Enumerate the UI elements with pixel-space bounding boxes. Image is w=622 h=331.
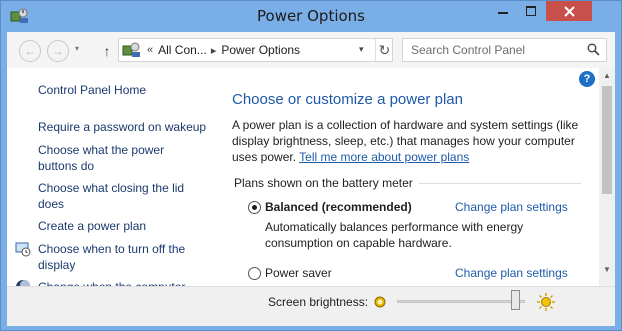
back-arrow-icon: ← (24, 44, 36, 58)
plan-radio-balanced[interactable] (248, 201, 261, 214)
vertical-scrollbar[interactable]: ▲ ▼ (599, 68, 615, 286)
recent-locations-dropdown[interactable]: ▾ (75, 44, 85, 56)
page-description: A power plan is a collection of hardware… (232, 117, 582, 165)
scroll-down-arrow-icon[interactable]: ▼ (599, 262, 615, 278)
plan-name-balanced[interactable]: Balanced (recommended) (265, 200, 412, 214)
sidebar-item-power-buttons[interactable]: Choose what the power buttons do (38, 142, 188, 174)
close-button[interactable] (546, 1, 592, 21)
back-button[interactable]: ← (19, 40, 41, 62)
sidebar-item-control-panel-home[interactable]: Control Panel Home (38, 82, 146, 98)
brightness-bar: Screen brightness: (7, 286, 615, 326)
search-input[interactable] (403, 39, 573, 61)
brightness-low-icon (374, 296, 386, 308)
address-dropdown-icon[interactable]: ▾ (359, 44, 364, 55)
refresh-icon: ↻ (378, 41, 391, 58)
breadcrumb-all-control-panel[interactable]: All Con... (158, 43, 207, 57)
section-divider (419, 183, 581, 184)
control-panel-icon (122, 42, 140, 57)
sidebar-item-require-password[interactable]: Require a password on wakeup (38, 119, 208, 135)
power-plans-help-link[interactable]: Tell me more about power plans (299, 150, 469, 164)
forward-button[interactable]: → (47, 40, 69, 62)
title-bar[interactable]: Power Options (1, 1, 621, 31)
scrollbar-thumb[interactable] (602, 86, 612, 194)
plan-name-power-saver[interactable]: Power saver (265, 266, 332, 280)
sidebar-item-create-plan[interactable]: Create a power plan (38, 218, 146, 234)
refresh-button[interactable]: ↻ (375, 39, 393, 61)
search-icon[interactable] (587, 43, 600, 56)
change-plan-settings-balanced[interactable]: Change plan settings (455, 200, 568, 214)
scroll-up-arrow-icon[interactable]: ▲ (599, 68, 615, 84)
display-off-icon (15, 242, 31, 257)
address-bar: ← → ▾ ↑ « All Con... ▸ Power Options ▾ ↻ (7, 32, 615, 68)
maximize-icon (525, 6, 536, 16)
brightness-high-icon (537, 293, 555, 311)
plan-radio-power-saver[interactable] (248, 267, 261, 280)
up-arrow-icon: ↑ (103, 43, 111, 59)
breadcrumb[interactable]: « All Con... ▸ Power Options ▾ ↻ (118, 38, 393, 62)
minimize-icon (497, 12, 508, 14)
sidebar-item-turn-off-display[interactable]: Choose when to turn off the display (38, 241, 198, 273)
minimize-button[interactable] (489, 1, 516, 21)
breadcrumb-overflow[interactable]: « (147, 44, 153, 56)
power-options-window: Power Options ← → ▾ ↑ « All Con... ▸ Pow… (0, 0, 622, 331)
forward-arrow-icon: → (52, 44, 64, 58)
close-icon (563, 5, 575, 17)
search-box[interactable] (402, 38, 607, 62)
brightness-slider-track[interactable] (397, 300, 525, 303)
breadcrumb-power-options[interactable]: Power Options (221, 43, 300, 57)
sidebar-item-closing-lid[interactable]: Choose what closing the lid does (38, 180, 198, 212)
brightness-label: Screen brightness: (268, 295, 369, 309)
change-plan-settings-power-saver[interactable]: Change plan settings (455, 266, 568, 280)
help-icon[interactable]: ? (579, 71, 595, 87)
brightness-slider-handle[interactable] (511, 290, 520, 310)
plan-description-balanced: Automatically balances performance with … (265, 220, 524, 250)
up-button[interactable]: ↑ (99, 40, 115, 62)
maximize-button[interactable] (517, 1, 544, 21)
plans-section-header: Plans shown on the battery meter (234, 176, 413, 190)
page-title: Choose or customize a power plan (232, 91, 463, 108)
content-pane: Control Panel Home Require a password on… (7, 68, 615, 326)
chevron-right-icon[interactable]: ▸ (211, 44, 217, 57)
